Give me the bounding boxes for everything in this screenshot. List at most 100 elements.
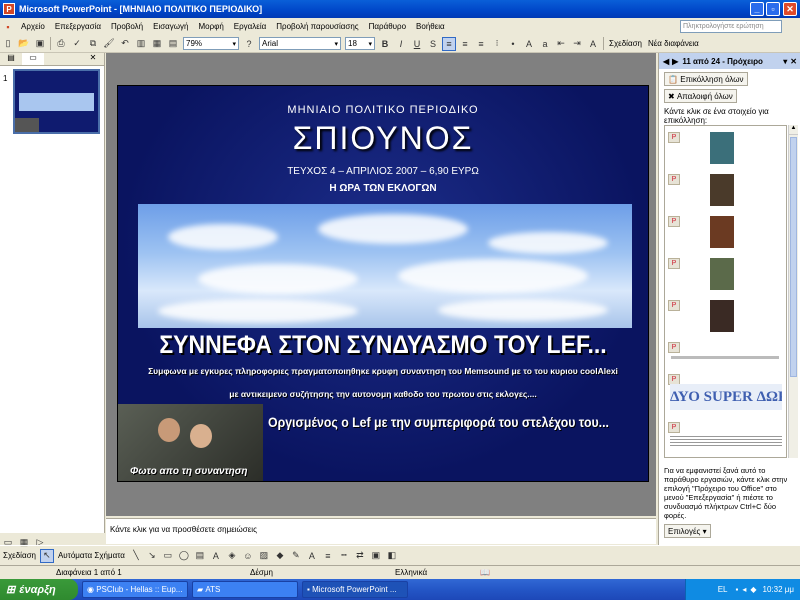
rectangle-icon[interactable]: ▭: [161, 549, 175, 563]
dash-style-icon[interactable]: ┅: [337, 549, 351, 563]
textbox-icon[interactable]: ▤: [193, 549, 207, 563]
slide-text-line2[interactable]: με αντικειμενο συζήτησης την αυτονομη κα…: [118, 389, 648, 399]
open-icon[interactable]: 📂: [17, 37, 31, 51]
clipboard-scrollbar[interactable]: ▲: [788, 125, 798, 458]
shadow-button[interactable]: S: [426, 37, 440, 51]
clipboard-items[interactable]: P P P P P P PΔΥΟ SUPER ΔΩΡΑ P: [664, 125, 787, 458]
shadow-style-icon[interactable]: ▣: [369, 549, 383, 563]
slide-tagline[interactable]: Η ΩΡΑ ΤΩΝ ΕΚΛΟΓΩΝ: [118, 183, 648, 194]
scroll-up-icon[interactable]: ▲: [789, 125, 798, 135]
tab-slides[interactable]: ▭: [22, 53, 44, 65]
clipboard-item[interactable]: P: [668, 132, 786, 166]
forward-icon[interactable]: ▶: [672, 57, 678, 66]
menu-format[interactable]: Μορφή: [193, 22, 228, 31]
chart-icon[interactable]: ▥: [134, 37, 148, 51]
menu-edit[interactable]: Επεξεργασία: [50, 22, 106, 31]
clipboard-item[interactable]: P: [668, 342, 786, 362]
menu-help[interactable]: Βοήθεια: [411, 22, 450, 31]
grow-font-icon[interactable]: A: [522, 37, 536, 51]
font-select[interactable]: Arial: [259, 37, 341, 50]
font-size-select[interactable]: 18: [345, 37, 375, 50]
taskbar-item-powerpoint[interactable]: ▪ Microsoft PowerPoint ...: [302, 581, 408, 598]
menu-insert[interactable]: Εισαγωγή: [148, 22, 193, 31]
close-panel-icon[interactable]: ✕: [82, 53, 104, 65]
menu-slideshow[interactable]: Προβολή παρουσίασης: [271, 22, 363, 31]
clouds-image[interactable]: [138, 204, 632, 328]
clipart-icon[interactable]: ☺: [241, 549, 255, 563]
new-slide-button[interactable]: Νέα διαφάνεια: [648, 39, 699, 48]
clipboard-item[interactable]: PΔΥΟ SUPER ΔΩΡΑ: [668, 374, 786, 414]
decrease-indent-icon[interactable]: ⇤: [554, 37, 568, 51]
italic-button[interactable]: I: [394, 37, 408, 51]
design-button[interactable]: Σχεδίαση: [609, 39, 642, 48]
volume-icon[interactable]: ◂: [742, 585, 746, 594]
network-icon[interactable]: ▪: [736, 585, 739, 594]
slide-issue[interactable]: ΤΕΥΧΟΣ 4 – ΑΠΡΙΛΙΟΣ 2007 – 6,90 ΕΥΡΩ: [118, 166, 648, 177]
menu-window[interactable]: Παράθυρο: [364, 22, 411, 31]
taskbar-item-browser[interactable]: ◉ PSClub - Hellas :: Eup...: [82, 581, 188, 598]
line-icon[interactable]: ╲: [129, 549, 143, 563]
print-icon[interactable]: ⎙: [54, 37, 68, 51]
align-right-icon[interactable]: ≡: [474, 37, 488, 51]
3d-style-icon[interactable]: ◧: [385, 549, 399, 563]
maximize-button[interactable]: ▫: [766, 2, 780, 16]
line-style-icon[interactable]: ≡: [321, 549, 335, 563]
slide-text-line1[interactable]: Συμφωνα με εγκυρες πληροφοριες πραγματοπ…: [118, 366, 648, 376]
close-pane-icon[interactable]: ✕: [790, 57, 797, 66]
font-color-icon[interactable]: A: [305, 549, 319, 563]
arrow-style-icon[interactable]: ⇄: [353, 549, 367, 563]
grid-icon[interactable]: ▤: [166, 37, 180, 51]
slide-headline[interactable]: ΣΥΝΝΕΦΑ ΣΤΟΝ ΣΥΝΔΥΑΣΜΟ ΤΟΥ LEF...: [139, 331, 627, 360]
security-icon[interactable]: ◆: [750, 585, 756, 594]
slide-title[interactable]: ΣΠΙΟΥΝΟΣ: [118, 120, 648, 157]
align-center-icon[interactable]: ≡: [458, 37, 472, 51]
clipboard-item[interactable]: P: [668, 216, 786, 250]
meeting-photo[interactable]: Φωτο απο τη συναντηση: [118, 404, 263, 481]
diagram-icon[interactable]: ◈: [225, 549, 239, 563]
powerpoint-app-icon[interactable]: P: [3, 3, 15, 15]
bold-button[interactable]: B: [378, 37, 392, 51]
select-pointer-icon[interactable]: ↖: [39, 548, 54, 563]
table-icon[interactable]: ▦: [150, 37, 164, 51]
save-icon[interactable]: ▣: [33, 37, 47, 51]
undo-icon[interactable]: ↶: [118, 37, 132, 51]
paste-all-button[interactable]: 📋 Επικόλληση όλων: [664, 72, 748, 86]
clipboard-item[interactable]: P: [668, 422, 786, 452]
document-icon[interactable]: ▪: [1, 20, 15, 34]
back-icon[interactable]: ◀: [663, 57, 669, 66]
shrink-font-icon[interactable]: a: [538, 37, 552, 51]
clipboard-item[interactable]: P: [668, 300, 786, 334]
numbering-icon[interactable]: ⁝: [490, 37, 504, 51]
picture-icon[interactable]: ▨: [257, 549, 271, 563]
menu-file[interactable]: Αρχείο: [16, 22, 50, 31]
menu-tools[interactable]: Εργαλεία: [229, 22, 271, 31]
zoom-select[interactable]: 79%: [183, 37, 239, 50]
notes-pane[interactable]: Κάντε κλικ για να προσθέσετε σημειώσεις: [106, 518, 656, 544]
increase-indent-icon[interactable]: ⇥: [570, 37, 584, 51]
language-indicator[interactable]: EL: [718, 585, 728, 594]
wordart-icon[interactable]: A: [209, 549, 223, 563]
tab-outline[interactable]: ▤: [0, 53, 22, 65]
options-button[interactable]: Επιλογές ▾: [664, 524, 711, 538]
slide-thumbnail[interactable]: [13, 69, 100, 134]
spellcheck-icon[interactable]: ✓: [70, 37, 84, 51]
format-painter-icon[interactable]: 🖌: [102, 37, 116, 51]
line-color-icon[interactable]: ✎: [289, 549, 303, 563]
fill-color-icon[interactable]: ◆: [273, 549, 287, 563]
help-icon[interactable]: ?: [242, 37, 256, 51]
align-left-icon[interactable]: ≡: [442, 36, 456, 51]
menu-view[interactable]: Προβολή: [106, 22, 148, 31]
clear-all-button[interactable]: ✖ Απαλοιφή όλων: [664, 89, 737, 103]
slide-subtitle[interactable]: ΜΗΝΙΑΙΟ ΠΟΛΙΤΙΚΟ ΠΕΡΙΟΔΙΚΟ: [118, 104, 648, 116]
start-button[interactable]: ⊞ έναρξη: [0, 579, 78, 600]
slide-quote[interactable]: Οργισμένος ο Lef με την συμπεριφορά του …: [268, 414, 609, 430]
arrow-icon[interactable]: ↘: [145, 549, 159, 563]
copy-icon[interactable]: ⧉: [86, 37, 100, 51]
font-color-icon[interactable]: A: [586, 37, 600, 51]
pane-menu-icon[interactable]: ▾: [783, 57, 787, 66]
new-icon[interactable]: ▯: [1, 37, 15, 51]
help-search-input[interactable]: Πληκτρολογήστε ερώτηση: [680, 20, 782, 33]
minimize-button[interactable]: _: [750, 2, 764, 16]
autoshapes-button[interactable]: Αυτόματα Σχήματα: [58, 551, 125, 560]
draw-menu-button[interactable]: Σχεδίαση: [3, 551, 36, 560]
